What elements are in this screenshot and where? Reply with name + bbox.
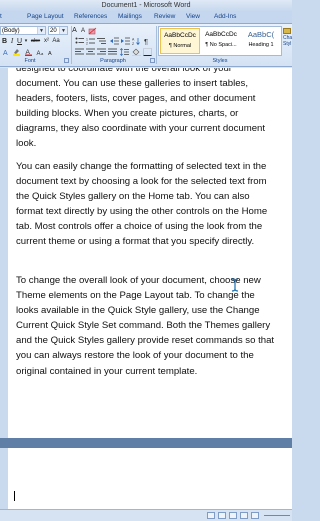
tab-view[interactable]: View: [186, 12, 200, 22]
borders-icon[interactable]: [143, 48, 152, 56]
chevron-down-icon[interactable]: ▼: [59, 27, 67, 34]
multilevel-list-icon[interactable]: [97, 37, 106, 45]
decrease-indent-icon[interactable]: [110, 37, 119, 45]
superscript-button[interactable]: x²: [42, 37, 51, 46]
svg-text:Z: Z: [132, 42, 135, 45]
highlight-icon[interactable]: [12, 48, 21, 56]
print-layout-view-icon[interactable]: [207, 512, 215, 519]
sort-icon[interactable]: AZ: [132, 37, 141, 45]
ribbon-tabs: t Page Layout References Mailings Review…: [0, 11, 292, 24]
full-screen-reading-view-icon[interactable]: [218, 512, 226, 519]
font-name-value: (Body): [2, 28, 20, 34]
italic-button[interactable]: I: [9, 37, 15, 46]
font-name-select[interactable]: (Body) ▼: [0, 26, 46, 35]
font-size-select[interactable]: 20 ▼: [48, 26, 68, 35]
style-preview: AaBbC(: [247, 30, 275, 39]
shading-icon[interactable]: [132, 48, 141, 56]
font-size-value: 20: [50, 28, 57, 34]
document-page[interactable]: designed to coordinate with the overall …: [8, 68, 292, 438]
shrink-font-button[interactable]: A: [79, 27, 87, 36]
i-beam-cursor-icon: [231, 278, 239, 292]
outline-view-icon[interactable]: [240, 512, 248, 519]
underline-label: U: [16, 38, 23, 45]
a-shrink-icon[interactable]: A: [47, 48, 56, 56]
bullets-icon[interactable]: [75, 37, 84, 45]
bold-label: B: [1, 38, 8, 45]
underline-dropdown[interactable]: ▾: [24, 37, 28, 46]
svg-text:2: 2: [86, 42, 88, 46]
numbering-icon[interactable]: 12: [86, 37, 95, 45]
title-bar: Document1 - Microsoft Word: [0, 0, 292, 11]
underline-button[interactable]: U: [16, 37, 23, 46]
svg-text:¶: ¶: [144, 37, 148, 45]
change-styles-label: Cha Styl: [283, 35, 293, 47]
chevron-down-icon[interactable]: ▼: [37, 27, 45, 34]
line-spacing-icon[interactable]: [120, 48, 129, 56]
align-center-icon[interactable]: [86, 48, 95, 56]
text-caret: [14, 491, 15, 501]
grow-font-label: A: [72, 27, 77, 34]
quick-styles-gallery: AaBbCcDc ¶ Normal AaBbCcDc ¶ No Spaci...…: [158, 26, 282, 56]
style-name: ¶ Normal: [168, 43, 192, 49]
font-color-icon[interactable]: A: [24, 48, 33, 56]
bold-button[interactable]: B: [1, 37, 8, 46]
italic-label: I: [10, 37, 14, 45]
change-case-button[interactable]: Aa: [51, 37, 61, 46]
text-effects-icon[interactable]: A: [2, 48, 11, 56]
style-heading-1[interactable]: AaBbC( Heading 1: [241, 28, 281, 54]
svg-text:A: A: [37, 51, 41, 56]
style-preview: AaBbCcDc: [205, 31, 237, 38]
increase-indent-icon[interactable]: [121, 37, 130, 45]
show-formatting-icon[interactable]: ¶: [143, 37, 152, 45]
draft-view-icon[interactable]: [251, 512, 259, 519]
align-left-icon[interactable]: [75, 48, 84, 56]
change-styles-button[interactable]: Cha Styl: [283, 28, 295, 54]
page-break-gap: [0, 438, 292, 448]
strikethrough-label: abe: [30, 38, 41, 44]
group-separator: [156, 26, 157, 64]
style-no-spacing[interactable]: AaBbCcDc ¶ No Spaci...: [201, 28, 241, 54]
web-layout-view-icon[interactable]: [229, 512, 237, 519]
style-preview: AaBbCcDc: [164, 32, 196, 39]
font-dialog-launcher-icon[interactable]: [64, 58, 69, 63]
paragraph-group-label: Paragraph: [100, 58, 126, 64]
style-normal[interactable]: AaBbCcDc ¶ Normal: [160, 28, 200, 54]
tab-insert[interactable]: t: [0, 12, 2, 22]
workspace-margin: [0, 68, 8, 520]
svg-text:A: A: [48, 51, 52, 56]
strikethrough-button[interactable]: abe: [29, 37, 42, 46]
style-name: Heading 1: [248, 42, 274, 48]
clear-formatting-icon[interactable]: [88, 27, 97, 35]
svg-text:A: A: [3, 50, 8, 56]
window-title: Document1 - Microsoft Word: [101, 2, 191, 9]
font-group-label: Font: [24, 58, 36, 64]
status-bar: [0, 509, 292, 521]
styles-group-label: Styles: [212, 58, 228, 64]
shrink-font-label: A: [80, 28, 85, 34]
align-right-icon[interactable]: [97, 48, 106, 56]
svg-text:a: a: [41, 51, 44, 56]
zoom-slider[interactable]: [264, 515, 290, 516]
paragraph-dialog-launcher-icon[interactable]: [150, 58, 155, 63]
tab-add-ins[interactable]: Add-Ins: [214, 12, 236, 22]
tab-mailings[interactable]: Mailings: [118, 12, 142, 22]
aa-icon[interactable]: Aa: [36, 48, 45, 56]
superscript-label: x²: [44, 38, 49, 44]
change-styles-icon: [283, 28, 291, 34]
document-paragraph: designed to coordinate with the overall …: [16, 68, 266, 150]
change-case-label: Aa: [52, 38, 60, 44]
ribbon: (Body) ▼ 20 ▼ A A B I U ▾ abe x² Aa A A …: [0, 24, 292, 67]
tab-page-layout[interactable]: Page Layout: [27, 12, 64, 22]
justify-icon[interactable]: [108, 48, 117, 56]
document-paragraph: You can easily change the formatting of …: [16, 161, 268, 248]
style-name: ¶ No Spaci...: [205, 42, 237, 48]
svg-text:A: A: [132, 38, 135, 42]
group-separator: [71, 26, 72, 64]
tab-references[interactable]: References: [74, 12, 107, 22]
tab-review[interactable]: Review: [154, 12, 175, 22]
